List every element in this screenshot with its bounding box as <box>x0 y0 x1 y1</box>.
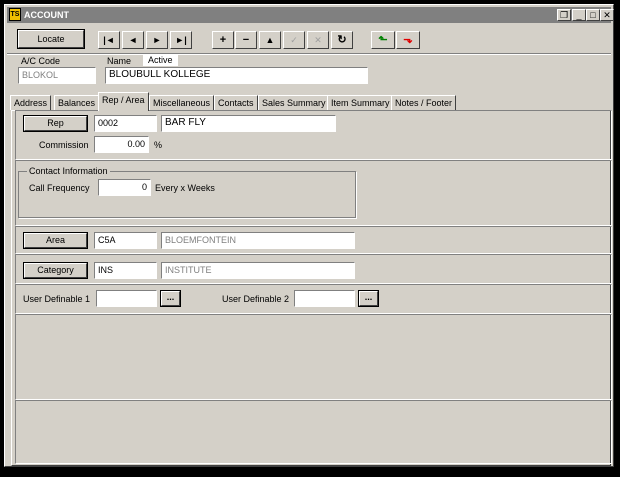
restore-icon[interactable]: ❐ <box>557 9 571 21</box>
user-definable-2-browse-button[interactable]: ... <box>358 290 379 307</box>
tab-balances[interactable]: Balances <box>54 95 100 110</box>
empty-section-1 <box>15 314 612 400</box>
category-name-field: INSTITUTE <box>161 262 355 279</box>
refresh-icon[interactable]: ↻ <box>331 31 353 49</box>
name-label: Name <box>107 56 132 66</box>
next-record-icon[interactable]: ► <box>146 31 168 49</box>
name-field[interactable]: BLOUBULL KOLLEGE <box>105 67 368 84</box>
commission-field[interactable]: 0.00 <box>94 136 149 153</box>
last-record-icon[interactable]: ►| <box>170 31 192 49</box>
tab-rep-area[interactable]: Rep / Area <box>98 92 149 111</box>
call-frequency-label: Call Frequency <box>29 183 90 193</box>
area-name-field: BLOEMFONTEIN <box>161 232 355 249</box>
previous-record-icon[interactable]: ◄ <box>122 31 144 49</box>
add-record-icon[interactable]: + <box>212 31 234 49</box>
tab-address[interactable]: Address <box>10 95 52 110</box>
tab-sales-summary[interactable]: Sales Summary <box>258 95 330 110</box>
area-code-field[interactable]: C5A <box>94 232 157 249</box>
rep-code-field[interactable]: 0002 <box>94 115 157 132</box>
tab-contacts[interactable]: Contacts <box>214 95 258 110</box>
account-window: TS ACCOUNT ❐ _ □ ✕ Locate |◄ ◄ ► ►| + − … <box>4 4 614 467</box>
tab-item-summary[interactable]: Item Summary <box>327 95 394 110</box>
window-title: ACCOUNT <box>24 10 69 20</box>
ac-code-field[interactable]: BLOKOL <box>18 67 96 84</box>
user-definable-2-field[interactable] <box>294 290 355 307</box>
contact-info-group <box>18 171 356 218</box>
minimize-icon[interactable]: _ <box>572 9 586 21</box>
toolbar-divider <box>7 53 611 55</box>
rep-button[interactable]: Rep <box>23 115 88 132</box>
edit-record-icon[interactable]: ▲ <box>259 31 281 49</box>
empty-section-2 <box>15 400 612 464</box>
category-code-field[interactable]: INS <box>94 262 157 279</box>
user-definable-2-label: User Definable 2 <box>222 294 290 304</box>
user-definable-1-label: User Definable 1 <box>23 294 91 304</box>
commission-unit: % <box>154 140 163 150</box>
cancel-edit-icon[interactable]: ✕ <box>307 31 329 49</box>
area-button[interactable]: Area <box>23 232 88 249</box>
title-bar[interactable]: TS ACCOUNT ❐ _ □ ✕ <box>7 7 614 23</box>
call-frequency-field[interactable]: 0 <box>98 179 151 196</box>
reject-arrow-icon[interactable]: ⬎ <box>396 31 420 49</box>
locate-button[interactable]: Locate <box>17 29 85 49</box>
maximize-icon[interactable]: □ <box>586 9 600 21</box>
tab-miscellaneous[interactable]: Miscellaneous <box>149 95 215 110</box>
first-record-icon[interactable]: |◄ <box>98 31 120 49</box>
contact-info-title: Contact Information <box>27 166 110 177</box>
post-record-icon[interactable]: ✓ <box>283 31 305 49</box>
tab-notes-footer[interactable]: Notes / Footer <box>391 95 457 110</box>
call-frequency-suffix: Every x Weeks <box>155 183 215 193</box>
category-button[interactable]: Category <box>23 262 88 279</box>
close-icon[interactable]: ✕ <box>600 9 614 21</box>
user-definable-1-field[interactable] <box>96 290 157 307</box>
accept-arrow-icon[interactable]: ⬑ <box>371 31 395 49</box>
ac-code-label: A/C Code <box>21 56 61 66</box>
delete-record-icon[interactable]: − <box>235 31 257 49</box>
commission-label: Commission <box>39 140 89 150</box>
user-definable-1-browse-button[interactable]: ... <box>160 290 181 307</box>
app-icon: TS <box>9 8 21 21</box>
status-badge: Active <box>143 54 178 66</box>
rep-name-field[interactable]: BAR FLY <box>161 115 336 132</box>
